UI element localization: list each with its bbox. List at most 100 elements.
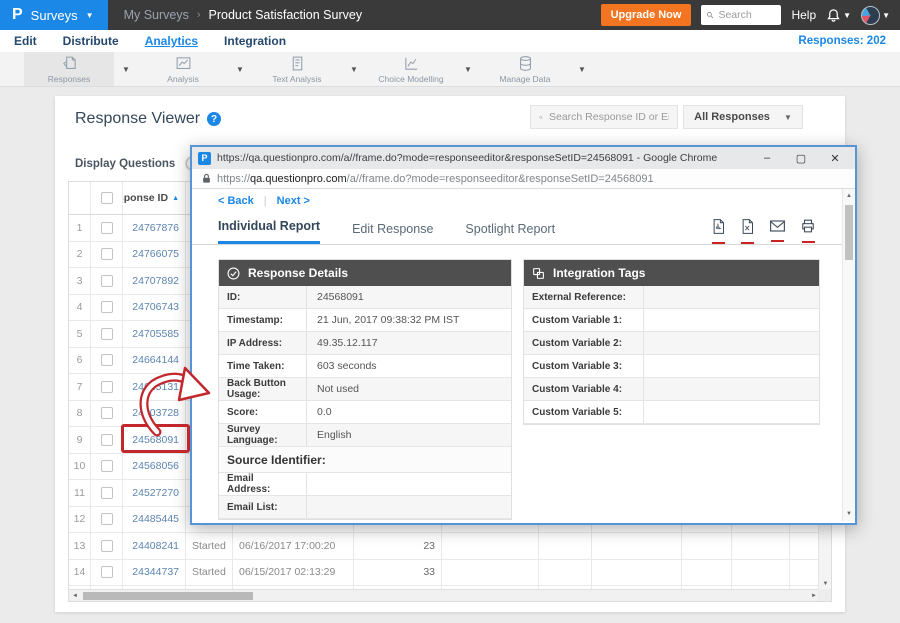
row-checkbox-cell	[91, 401, 123, 427]
detail-row: Timestamp:21 Jun, 2017 09:38:32 PM IST	[219, 309, 511, 332]
help-icon[interactable]: ?	[207, 112, 221, 126]
toolbar-item-choice-modelling[interactable]: Choice Modelling	[366, 52, 456, 86]
chevron-down-icon[interactable]: ▼	[228, 52, 252, 86]
chrome-popup-window: P https://qa.questionpro.com/a//frame.do…	[190, 145, 857, 525]
row-checkbox[interactable]	[101, 222, 113, 234]
popup-tab-spotlight-report[interactable]: Spotlight Report	[465, 222, 555, 244]
next-link[interactable]: Next >	[277, 195, 310, 207]
toolbar-item-analysis[interactable]: Analysis	[138, 52, 228, 86]
detail-value	[644, 378, 819, 400]
email-export-button[interactable]	[770, 219, 785, 244]
toolbar-item-label: Text Analysis	[272, 74, 321, 84]
detail-value	[644, 286, 819, 308]
scroll-up-icon[interactable]: ▲	[843, 190, 855, 202]
pdf-export-button[interactable]	[712, 219, 725, 244]
response-id-link[interactable]: 24707892	[132, 275, 179, 287]
toolbar-item-label: Manage Data	[499, 74, 550, 84]
response-id-link[interactable]: 24705585	[132, 328, 179, 340]
notifications-menu[interactable]: ▼	[826, 8, 851, 23]
row-checkbox[interactable]	[101, 513, 113, 525]
window-titlebar[interactable]: P https://qa.questionpro.com/a//frame.do…	[192, 147, 855, 169]
row-checkbox[interactable]	[101, 460, 113, 472]
upgrade-now-button[interactable]: Upgrade Now	[601, 4, 692, 26]
tab-edit[interactable]: Edit	[14, 34, 37, 48]
response-id-link[interactable]: 24568056	[132, 460, 179, 472]
excel-export-button[interactable]	[741, 219, 754, 244]
chevron-down-icon[interactable]: ▼	[342, 52, 366, 86]
toolbar-item-text-analysis[interactable]: Text Analysis	[252, 52, 342, 86]
close-button[interactable]: ✕	[821, 152, 849, 165]
row-checkbox[interactable]	[101, 275, 113, 287]
row-checkbox-cell	[91, 507, 123, 533]
row-checkbox[interactable]	[101, 487, 113, 499]
toolbar-item-manage-data[interactable]: Manage Data	[480, 52, 570, 86]
popup-scroll-thumb[interactable]	[845, 205, 853, 260]
detail-label: Back Button Usage:	[219, 378, 307, 400]
red-underline	[771, 240, 784, 242]
chevron-down-icon[interactable]: ▼	[114, 52, 138, 86]
empty-cell	[682, 533, 732, 559]
row-timestamp: 06/16/2017 17:00:20	[233, 533, 354, 559]
pager-separator: |	[264, 195, 267, 207]
detail-label: Custom Variable 2:	[524, 332, 644, 354]
detail-row: Email List:	[219, 496, 511, 519]
row-checkbox[interactable]	[101, 248, 113, 260]
tab-distribute[interactable]: Distribute	[63, 34, 119, 48]
row-checkbox[interactable]	[101, 301, 113, 313]
breadcrumb-current: Product Satisfaction Survey	[209, 8, 363, 22]
maximize-button[interactable]: ▢	[787, 152, 815, 165]
back-link[interactable]: < Back	[218, 195, 254, 207]
row-checkbox[interactable]	[101, 354, 113, 366]
response-id-link[interactable]: 24527270	[132, 487, 179, 499]
global-search[interactable]	[701, 5, 781, 25]
page-title: Response Viewer ?	[75, 110, 221, 128]
response-id-link[interactable]: 24344737	[132, 566, 179, 578]
url-path: /a//frame.do?mode=responseeditor&respons…	[347, 173, 654, 185]
popup-tab-individual-report[interactable]: Individual Report	[218, 219, 320, 244]
row-checkbox[interactable]	[101, 540, 113, 552]
row-checkbox-cell	[91, 268, 123, 294]
detail-row: ID:24568091	[219, 286, 511, 309]
response-id-link[interactable]: 24706743	[132, 301, 179, 313]
global-search-input[interactable]	[718, 9, 776, 21]
horizontal-scroll-thumb[interactable]	[83, 592, 253, 600]
tab-integration[interactable]: Integration	[224, 34, 286, 48]
minimize-button[interactable]: –	[753, 152, 781, 164]
popup-content: < Back | Next > Individual Report Edit Re…	[192, 189, 855, 521]
account-menu[interactable]: ▼	[861, 6, 890, 25]
address-bar[interactable]: https://qa.questionpro.com/a//frame.do?m…	[192, 169, 855, 189]
help-link[interactable]: Help	[791, 8, 816, 22]
response-filter-dropdown[interactable]: All Responses ▼	[683, 105, 803, 129]
table-horizontal-scrollbar[interactable]: ◄ ►	[69, 589, 820, 601]
text-analysis-icon	[289, 55, 306, 72]
scroll-left-icon[interactable]: ◄	[69, 590, 81, 602]
response-id-link[interactable]: 24485445	[132, 513, 179, 525]
toolbar-item-responses[interactable]: Responses	[24, 52, 114, 86]
chevron-down-icon[interactable]: ▼	[456, 52, 480, 86]
response-search-input[interactable]	[549, 111, 669, 123]
lock-icon	[202, 173, 211, 184]
chevron-down-icon[interactable]: ▼	[570, 52, 594, 86]
popup-vertical-scrollbar[interactable]: ▲ ▼	[842, 189, 855, 521]
row-checkbox[interactable]	[101, 381, 113, 393]
response-search[interactable]	[530, 105, 678, 129]
detail-row: External Reference:	[524, 286, 819, 309]
row-checkbox[interactable]	[101, 407, 113, 419]
row-checkbox[interactable]	[101, 566, 113, 578]
header-response-id[interactable]: Response ID▲	[123, 182, 186, 214]
row-checkbox[interactable]	[101, 434, 113, 446]
breadcrumb-parent[interactable]: My Surveys	[124, 8, 189, 22]
brand-menu[interactable]: P Surveys ▼	[0, 0, 108, 30]
response-id-link[interactable]: 24766075	[132, 248, 179, 260]
response-id-link[interactable]: 24408241	[132, 540, 179, 552]
tab-analytics[interactable]: Analytics	[145, 34, 198, 48]
response-id-link[interactable]: 24767876	[132, 222, 179, 234]
scroll-down-icon[interactable]: ▼	[843, 508, 855, 520]
row-checkbox[interactable]	[101, 328, 113, 340]
print-export-button[interactable]	[801, 219, 815, 244]
popup-tab-edit-response[interactable]: Edit Response	[352, 222, 433, 244]
empty-cell	[732, 533, 790, 559]
bell-icon	[826, 8, 841, 23]
chevron-down-icon: ▼	[784, 113, 792, 122]
select-all-checkbox[interactable]	[101, 192, 113, 204]
